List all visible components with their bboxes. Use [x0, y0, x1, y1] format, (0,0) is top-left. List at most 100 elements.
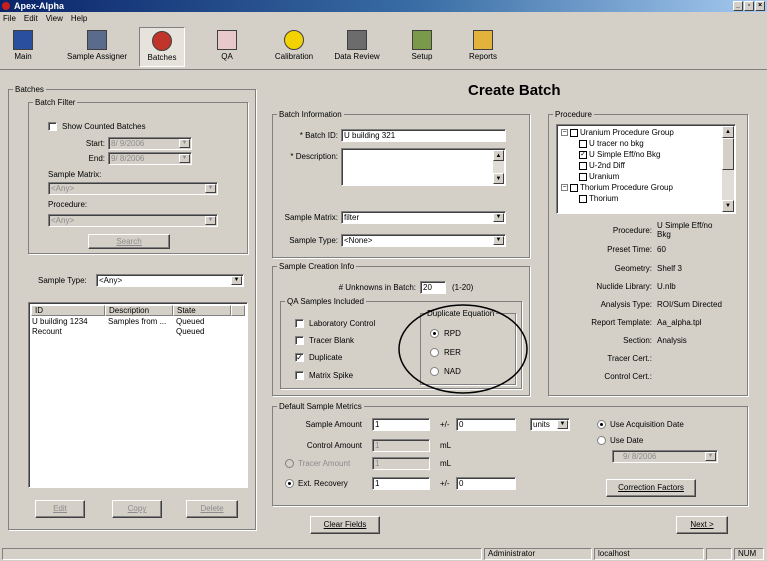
matrix-spike-checkbox[interactable]	[295, 371, 304, 380]
unknowns-field[interactable]: 20	[420, 281, 446, 294]
toolbar-calibration-button[interactable]: Calibration	[272, 27, 316, 67]
end-date-value: 9/ 8/2006	[111, 154, 145, 163]
edit-button: Edit	[35, 500, 85, 518]
tree-checkbox[interactable]	[579, 161, 587, 170]
ext-recovery-uncertainty-field[interactable]: 0	[456, 477, 516, 490]
toolbar-sample-assigner-button[interactable]: Sample Assigner	[64, 27, 130, 67]
main-icon	[13, 30, 33, 50]
menu-edit[interactable]: Edit	[24, 12, 38, 25]
radiation-icon	[284, 30, 304, 50]
sample-matrix-select[interactable]: filter ▼	[341, 211, 506, 224]
tree-node[interactable]: Uranium	[579, 172, 619, 181]
setup-icon	[412, 30, 432, 50]
column-header-state[interactable]: State	[173, 305, 231, 316]
table-row[interactable]: U building 1234 Samples from ... Queued	[32, 317, 242, 327]
toolbar-main-button[interactable]: Main	[8, 27, 38, 67]
collapse-icon[interactable]: −	[561, 129, 568, 137]
units-select[interactable]: units ▼	[530, 418, 570, 431]
description-field[interactable]: ▲ ▼	[341, 148, 506, 186]
toolbar-reports-button[interactable]: Reports	[464, 27, 502, 67]
use-date-field: 9/ 8/2006 ▼	[612, 450, 718, 463]
column-header-id[interactable]: ID	[31, 305, 105, 316]
tree-node[interactable]: U tracer no bkg	[579, 139, 644, 148]
duplicate-checkbox[interactable]: ✓	[295, 353, 304, 362]
highlight-ellipse	[398, 304, 528, 394]
sample-amount-field[interactable]: 1	[372, 418, 430, 431]
description-scrollbar[interactable]: ▲ ▼	[493, 150, 504, 184]
column-header-spacer	[231, 305, 245, 316]
start-date-field: 8/ 9/2006 ▼	[108, 137, 192, 150]
tree-checkbox[interactable]	[570, 128, 578, 137]
toolbar-data-review-button[interactable]: Data Review	[330, 27, 384, 67]
restore-button[interactable]: ▫	[744, 1, 754, 11]
status-panel-blank	[706, 548, 732, 560]
menu-view[interactable]: View	[46, 12, 63, 25]
use-acquisition-date-label: Use Acquisition Date	[610, 420, 684, 429]
column-header-description[interactable]: Description	[105, 305, 173, 316]
tree-label: Thorium	[589, 194, 619, 203]
start-date-value: 8/ 9/2006	[111, 139, 145, 148]
laboratory-control-checkbox[interactable]	[295, 319, 304, 328]
toolbar-label: Reports	[468, 52, 497, 61]
tree-node[interactable]: − Uranium Procedure Group	[561, 128, 674, 137]
scroll-down-icon[interactable]: ▼	[493, 173, 504, 184]
batch-id-field[interactable]: U building 321	[341, 129, 506, 142]
correction-factors-button[interactable]: Correction Factors	[606, 479, 696, 497]
tree-checkbox[interactable]	[579, 139, 587, 148]
ext-recovery-field[interactable]: 1	[372, 477, 430, 490]
toolbar-setup-button[interactable]: Setup	[406, 27, 438, 67]
scroll-up-icon[interactable]: ▲	[722, 126, 734, 138]
row-state: Queued	[176, 327, 205, 336]
batches-icon	[152, 31, 172, 51]
use-date-value: 9/ 8/2006	[623, 452, 657, 461]
delete-button: Delete	[186, 500, 238, 518]
batches-table[interactable]: ID Description State U building 1234 Sam…	[28, 302, 248, 488]
menu-file[interactable]: File	[3, 12, 16, 25]
tracer-blank-checkbox[interactable]	[295, 336, 304, 345]
tree-checkbox[interactable]	[579, 172, 587, 181]
minimize-button[interactable]: _	[733, 1, 743, 11]
detail-report-template-label: Report Template:	[591, 318, 652, 327]
menu-help[interactable]: Help	[71, 12, 87, 25]
collapse-icon[interactable]: −	[561, 184, 568, 192]
sample-type-filter-value: <Any>	[99, 276, 123, 285]
show-counted-checkbox[interactable]	[48, 122, 57, 131]
table-row[interactable]: Recount Queued	[32, 327, 242, 337]
tree-node[interactable]: U-2nd Diff	[579, 161, 625, 170]
procedure-tree-scrollbar[interactable]: ▲ ▼	[722, 126, 734, 212]
tree-node[interactable]: Thorium	[579, 194, 618, 203]
scroll-down-icon[interactable]: ▼	[722, 200, 734, 212]
description-label: * Description:	[290, 152, 338, 161]
tree-checkbox[interactable]	[570, 183, 578, 192]
matrix-spike-label: Matrix Spike	[309, 371, 354, 380]
next-button[interactable]: Next >	[676, 516, 728, 534]
tree-node[interactable]: ✓ U Simple Eff/no Bkg	[579, 150, 660, 159]
scroll-up-icon[interactable]: ▲	[493, 150, 504, 161]
end-label: End:	[88, 154, 105, 163]
toolbar-label: QA	[221, 52, 233, 61]
toolbar-batches-button[interactable]: Batches	[139, 27, 185, 67]
use-acquisition-date-radio[interactable]	[597, 420, 606, 429]
toolbar-qa-button[interactable]: QA	[210, 27, 244, 67]
batch-id-label: * Batch ID:	[299, 131, 338, 140]
procedure-tree[interactable]: − Uranium Procedure Group U tracer no bkg…	[556, 124, 736, 214]
tree-checkbox[interactable]: ✓	[579, 150, 587, 159]
use-date-radio[interactable]	[597, 436, 606, 445]
ext-recovery-radio[interactable]	[285, 479, 294, 488]
close-button[interactable]: ×	[755, 1, 765, 11]
duplicate-label: Duplicate	[309, 353, 343, 362]
clear-fields-button[interactable]: Clear Fields	[310, 516, 380, 534]
tree-checkbox[interactable]	[579, 194, 587, 203]
toolbar-label: Main	[14, 52, 32, 61]
scroll-thumb[interactable]	[722, 138, 734, 170]
sample-type-select[interactable]: <None> ▼	[341, 234, 506, 247]
tracer-amount-unit: mL	[440, 459, 452, 468]
ext-recovery-value: 1	[375, 479, 380, 488]
ext-recovery-pm: +/-	[440, 479, 450, 488]
sample-uncertainty-field[interactable]: 0	[456, 418, 516, 431]
detail-tracer-cert-label: Tracer Cert.:	[607, 354, 652, 363]
sample-type-filter-select[interactable]: <Any> ▼	[96, 274, 244, 287]
tree-node[interactable]: − Thorium Procedure Group	[561, 183, 673, 192]
detail-nuclide-library-label: Nuclide Library:	[596, 282, 652, 291]
chevron-down-icon: ▼	[705, 452, 716, 461]
